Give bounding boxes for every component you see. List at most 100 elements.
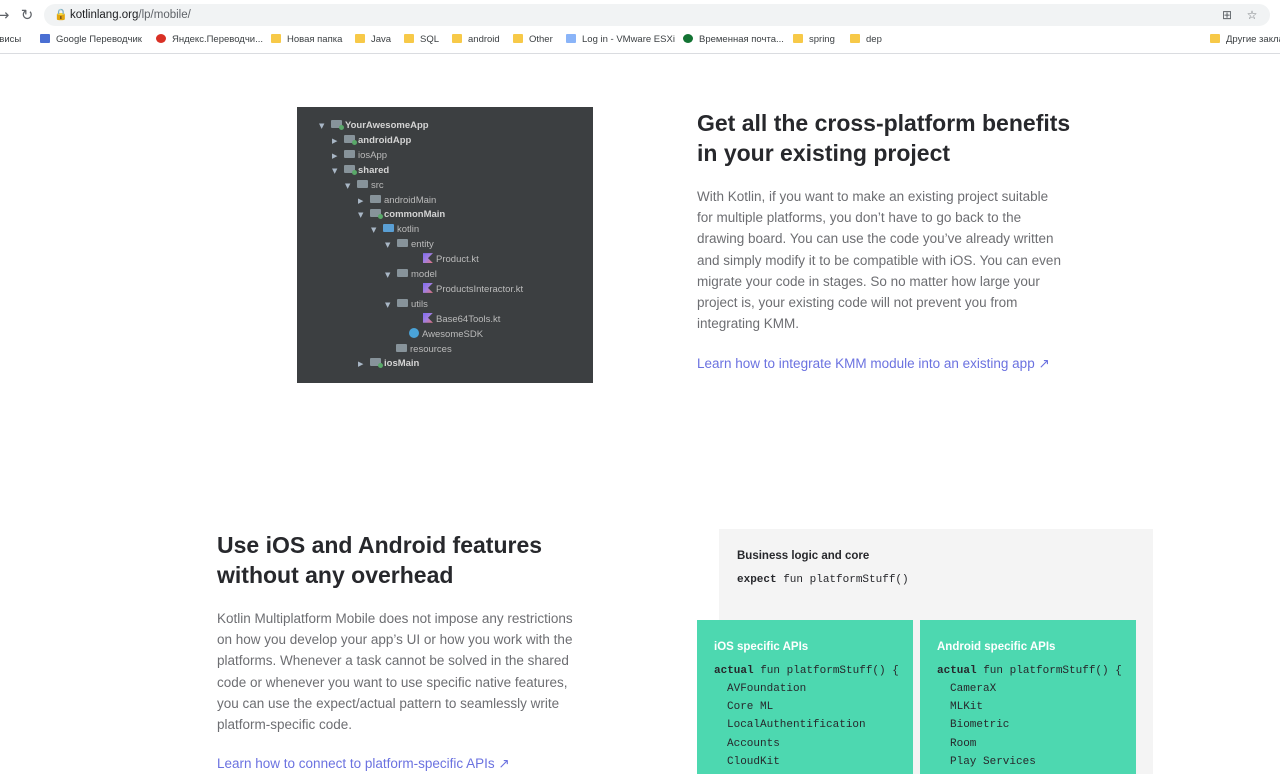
tree-node: ▼ utils <box>385 297 428 312</box>
api-name: Biometric <box>950 719 1010 732</box>
folder-icon <box>370 194 381 203</box>
tree-node-label: model <box>411 269 437 280</box>
actual-keyword: actual <box>937 665 977 677</box>
api-name: MLKit <box>950 701 984 714</box>
module-folder-icon <box>344 164 357 175</box>
tree-node-label: commonMain <box>384 209 446 221</box>
project-tree-image: ▼ YourAwesomeApp ▶ androidApp ▶ iosApp ▼ shared… <box>297 107 593 383</box>
tree-node: ▶ iosMain <box>358 356 419 371</box>
tree-node-label: iosMain <box>384 358 420 370</box>
expanded-arrow-icon: ▼ <box>371 226 377 235</box>
bookmark-label: Log in - VMware ESXi <box>582 34 675 45</box>
expanded-arrow-icon: ▼ <box>385 271 391 279</box>
bookmark-item[interactable]: Другие закла <box>1210 33 1280 47</box>
tree-node: ▶ androidMain <box>358 193 436 208</box>
section2-body: Kotlin Multiplatform Mobile does not imp… <box>217 611 573 733</box>
module-folder-icon <box>370 358 383 369</box>
bookmark-label: Other <box>529 34 553 45</box>
bookmark-item[interactable]: spring <box>793 33 835 47</box>
platform-apis-link[interactable]: Learn how to connect to platform-specifi… <box>217 755 510 773</box>
api-name: CameraX <box>950 683 997 695</box>
folder-icon <box>344 149 355 158</box>
bookmark-item[interactable]: Новая папка <box>271 33 342 47</box>
tree-node-label: Base64Tools.kt <box>436 313 501 325</box>
expect-code-line: expect fun platformStuff() <box>737 574 909 586</box>
kotlin-file-icon <box>423 312 433 323</box>
tree-node: Product.kt <box>411 252 479 267</box>
expanded-arrow-icon: ▼ <box>345 181 351 190</box>
bookmark-label: Временная почта... <box>699 34 784 45</box>
expanded-arrow-icon: ▼ <box>319 122 325 130</box>
tree-node: ▼ shared <box>332 163 389 178</box>
expanded-arrow-icon: ▼ <box>385 241 391 250</box>
bookmark-item[interactable]: dep <box>850 33 882 47</box>
address-bar[interactable]: 🔒 kotlinlang.org/lp/mobile/ ⊞ ☆ <box>44 4 1270 26</box>
bookmark-item[interactable]: Java <box>355 33 391 47</box>
kotlin-file-icon <box>423 253 433 264</box>
actual-keyword: actual <box>714 665 754 677</box>
ios-actual-line: actual fun platformStuff() { <box>714 665 899 677</box>
tree-node-label: Product.kt <box>436 254 479 266</box>
api-name: AVFoundation <box>727 683 807 695</box>
section2-title-line2: without any overhead <box>217 562 454 588</box>
api-name: CloudKit <box>727 755 780 768</box>
bookmark-item[interactable]: Log in - VMware ESXi <box>566 33 675 47</box>
bookmark-label: Google Переводчик <box>56 34 142 45</box>
url-text[interactable]: kotlinlang.org/lp/mobile/ <box>70 8 191 22</box>
tree-node: ▶ androidApp <box>332 133 411 148</box>
expanded-arrow-icon: ▼ <box>385 300 391 309</box>
android-apis-title: Android specific APIs <box>937 641 1056 653</box>
folder-icon <box>355 34 365 43</box>
folder-icon <box>357 179 368 188</box>
bookmark-label: dep <box>866 34 882 45</box>
bookmark-item[interactable]: Яндекс.Переводчи... <box>156 33 263 47</box>
section1-body: With Kotlin, if you want to make an exis… <box>697 189 1061 332</box>
tree-node-label: shared <box>358 164 390 176</box>
expect-signature: fun platformStuff() <box>776 574 909 586</box>
bookmark-item[interactable]: Google Переводчик <box>40 33 142 47</box>
tree-node-label: AwesomeSDK <box>422 328 484 340</box>
bookmark-item[interactable]: рвисы <box>0 33 21 47</box>
forward-icon[interactable]: → <box>0 6 12 24</box>
tree-node-label: entity <box>411 239 434 251</box>
tree-node-label: kotlin <box>397 224 420 236</box>
tree-node: ▼ src <box>345 178 384 193</box>
folder-icon <box>793 34 803 43</box>
bookmark-item[interactable]: Other <box>513 33 553 47</box>
folder-icon <box>271 34 281 43</box>
reload-icon[interactable]: ↻ <box>18 6 36 24</box>
bookmarks-bar: рвисы Google Переводчик Яндекс.Переводчи..… <box>0 30 1280 50</box>
yandex-icon <box>156 34 166 43</box>
bookmark-item[interactable]: SQL <box>404 33 439 47</box>
actual-signature: fun platformStuff() { <box>976 665 1122 677</box>
folder-icon <box>850 34 860 43</box>
tree-node: AwesomeSDK <box>397 327 483 342</box>
module-folder-icon <box>344 134 357 145</box>
collapsed-arrow-icon: ▶ <box>332 136 338 145</box>
collapsed-arrow-icon: ▶ <box>332 151 338 160</box>
bookmark-item[interactable]: android <box>452 33 500 47</box>
lock-icon: 🔒 <box>54 8 68 21</box>
tree-node: ▼ model <box>385 267 437 282</box>
bookmark-item[interactable]: Временная почта... <box>683 33 784 47</box>
section2-title: Use iOS and Android features without any… <box>217 530 542 590</box>
actual-signature: fun platformStuff() { <box>753 665 899 677</box>
tree-node-label: androidApp <box>358 134 412 146</box>
sdk-icon <box>409 327 419 338</box>
kotlin-file-icon <box>423 282 433 293</box>
tree-node-label: ProductsInteractor.kt <box>436 283 524 295</box>
bookmark-label: android <box>468 34 500 45</box>
translate-icon[interactable]: ⊞ <box>1219 7 1235 23</box>
api-name: Core ML <box>727 701 774 714</box>
folder-icon <box>396 343 407 352</box>
tree-node: ▼ commonMain <box>358 207 445 222</box>
ios-apis-title: iOS specific APIs <box>714 641 809 653</box>
expect-keyword: expect <box>737 574 777 586</box>
api-name: Accounts <box>727 737 780 750</box>
tree-node: ProductsInteractor.kt <box>411 282 523 297</box>
android-actual-line: actual fun platformStuff() { <box>937 665 1122 677</box>
business-logic-title: Business logic and core <box>737 550 870 562</box>
integrate-kmm-link[interactable]: Learn how to integrate KMM module into a… <box>697 355 1050 373</box>
module-folder-icon <box>331 120 344 130</box>
star-icon[interactable]: ☆ <box>1244 7 1260 23</box>
